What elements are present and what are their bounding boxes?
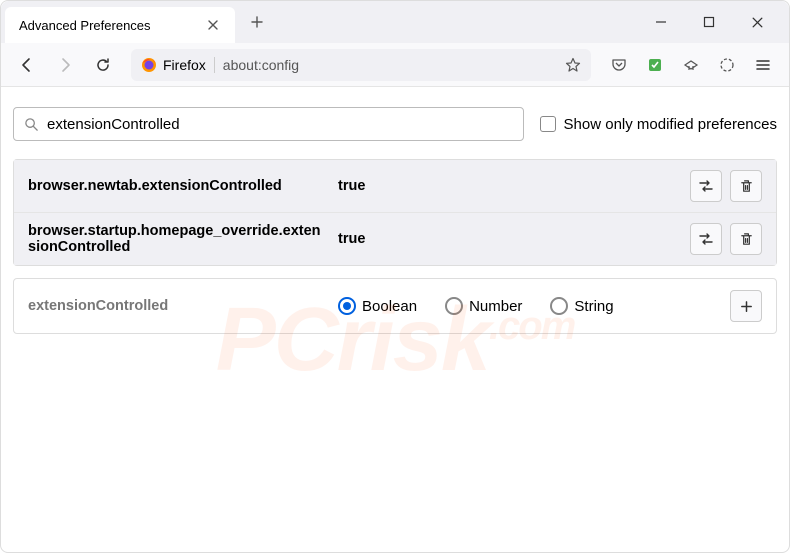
pocket-icon[interactable] [603, 49, 635, 81]
forward-button[interactable] [49, 49, 81, 81]
titlebar: Advanced Preferences [1, 1, 789, 43]
toggle-button[interactable] [690, 223, 722, 255]
menu-button[interactable] [747, 49, 779, 81]
radio-boolean[interactable]: Boolean [338, 297, 417, 315]
identity-label: Firefox [163, 57, 206, 73]
pref-row: browser.newtab.extensionControlled true [14, 160, 776, 212]
type-radio-group: Boolean Number String [338, 297, 720, 315]
checkbox-icon [540, 116, 556, 132]
url-bar[interactable]: Firefox about:config [131, 49, 591, 81]
radio-label: Number [469, 298, 522, 315]
close-window-button[interactable] [745, 10, 769, 34]
checkbox-label: Show only modified preferences [564, 116, 777, 133]
pref-row: browser.startup.homepage_override.extens… [14, 212, 776, 265]
mail-icon[interactable] [675, 49, 707, 81]
back-button[interactable] [11, 49, 43, 81]
add-button[interactable] [730, 290, 762, 322]
url-text: about:config [223, 57, 299, 73]
account-icon[interactable] [711, 49, 743, 81]
radio-icon [445, 297, 463, 315]
firefox-icon [141, 57, 157, 73]
navigation-toolbar: Firefox about:config [1, 43, 789, 87]
radio-icon [550, 297, 568, 315]
search-icon [24, 117, 39, 132]
tab-title: Advanced Preferences [19, 18, 151, 33]
delete-button[interactable] [730, 170, 762, 202]
search-input[interactable] [47, 116, 513, 133]
identity-box[interactable]: Firefox [141, 57, 215, 73]
browser-tab[interactable]: Advanced Preferences [5, 7, 235, 43]
show-modified-checkbox[interactable]: Show only modified preferences [540, 116, 777, 133]
radio-number[interactable]: Number [445, 297, 522, 315]
radio-label: Boolean [362, 298, 417, 315]
pref-value: true [338, 231, 680, 247]
radio-icon [338, 297, 356, 315]
bookmark-star-icon[interactable] [565, 57, 581, 73]
extension-icon[interactable] [639, 49, 671, 81]
delete-button[interactable] [730, 223, 762, 255]
preferences-table: browser.newtab.extensionControlled true … [13, 159, 777, 266]
radio-label: String [574, 298, 613, 315]
toggle-button[interactable] [690, 170, 722, 202]
content-area: PCrisk.com Show only modified preference… [1, 87, 789, 552]
radio-string[interactable]: String [550, 297, 613, 315]
pref-value: true [338, 178, 680, 194]
close-tab-icon[interactable] [205, 17, 221, 33]
reload-button[interactable] [87, 49, 119, 81]
preference-search-box[interactable] [13, 107, 524, 141]
new-pref-name: extensionControlled [28, 298, 328, 314]
new-tab-button[interactable] [241, 6, 273, 38]
pref-name: browser.startup.homepage_override.extens… [28, 223, 328, 255]
pref-name: browser.newtab.extensionControlled [28, 178, 328, 194]
maximize-button[interactable] [697, 10, 721, 34]
minimize-button[interactable] [649, 10, 673, 34]
new-preference-row: extensionControlled Boolean Number Strin… [13, 278, 777, 334]
